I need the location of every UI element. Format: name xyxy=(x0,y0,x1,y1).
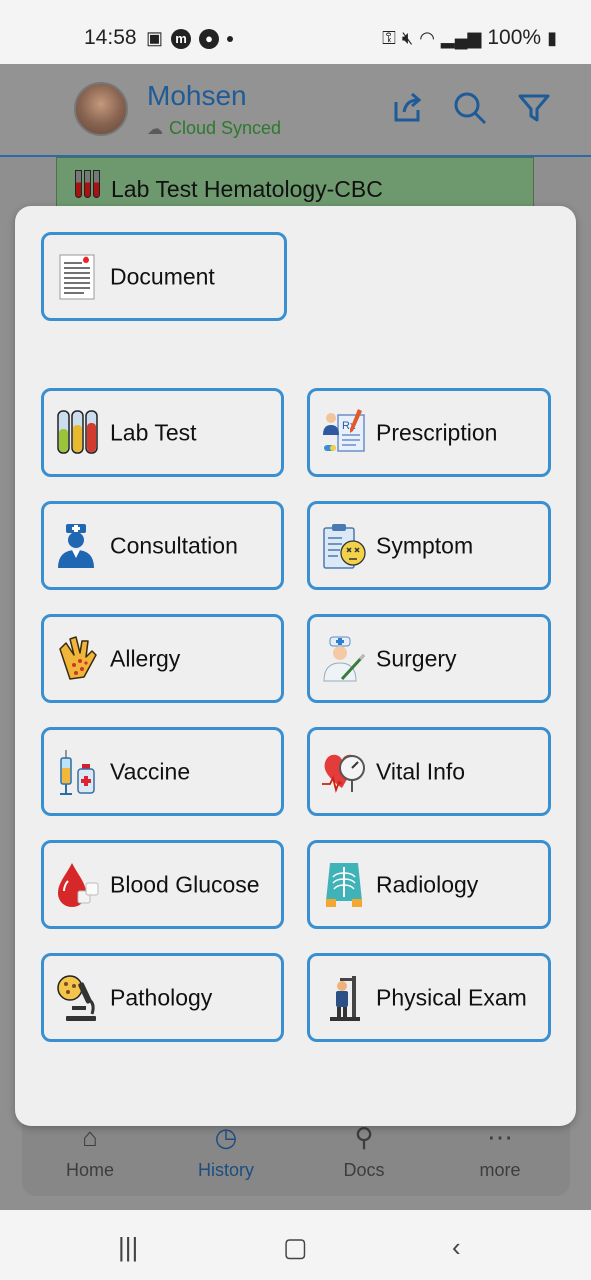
prescription-label: Prescription xyxy=(376,419,498,445)
notification-icons: ▣ m ● xyxy=(146,28,234,49)
surgery-label: Surgery xyxy=(376,645,457,671)
test-tubes-icon xyxy=(75,170,101,198)
user-name[interactable]: Mohsen xyxy=(147,80,247,112)
xray-icon xyxy=(326,862,362,907)
app2-notification-icon: ● xyxy=(199,28,220,49)
nav-home[interactable]: Home xyxy=(66,1160,114,1181)
back-button[interactable]: ‹ xyxy=(452,1232,461,1263)
more-icon: ⋯ xyxy=(487,1122,513,1152)
test-tubes-icon xyxy=(57,409,98,454)
nav-docs[interactable]: Docs xyxy=(343,1160,384,1181)
system-icons: ⚿ 🔇︎ ◠ ▂▄▆ 100% ▮ xyxy=(382,26,557,50)
radiology-label: Radiology xyxy=(376,871,479,897)
surgery-button[interactable]: Surgery xyxy=(307,614,551,703)
blood-glucose-label: Blood Glucose xyxy=(110,871,260,897)
home-icon: ⌂ xyxy=(82,1122,98,1152)
paperclip-icon: ⚲ xyxy=(354,1122,374,1152)
blood-drop-icon xyxy=(58,862,99,907)
height-scale-icon xyxy=(330,975,360,1021)
allergy-hand-icon xyxy=(59,635,97,680)
share-icon[interactable] xyxy=(390,90,426,126)
blood-glucose-button[interactable]: Blood Glucose xyxy=(41,840,284,929)
filter-icon[interactable] xyxy=(516,90,552,126)
microscope-icon xyxy=(57,974,96,1021)
battery-percent: 100% xyxy=(487,26,542,49)
physical-exam-button[interactable]: Physical Exam xyxy=(307,953,551,1042)
vital-info-button[interactable]: Vital Info xyxy=(307,727,551,816)
status-bar: 14:58 ▣ m ● ⚿ 🔇︎ ◠ ▂▄▆ 100% ▮ xyxy=(0,0,591,64)
add-record-dialog: Document Lab Test Rx Prescription Consul… xyxy=(15,206,576,1126)
gallery-icon: ▣ xyxy=(146,28,164,48)
allergy-button[interactable]: Allergy xyxy=(41,614,284,703)
search-icon[interactable] xyxy=(452,90,488,126)
pathology-label: Pathology xyxy=(110,984,213,1010)
pathology-button[interactable]: Pathology xyxy=(41,953,284,1042)
cloud-icon: ☁ xyxy=(147,120,163,138)
symptom-clipboard-icon xyxy=(323,523,366,569)
sync-status-label: Cloud Synced xyxy=(169,118,282,138)
allergy-label: Allergy xyxy=(110,645,181,671)
physical-exam-label: Physical Exam xyxy=(376,984,527,1010)
signal-icon: ▂▄▆ xyxy=(440,27,482,48)
recent-apps-button[interactable]: ||| xyxy=(118,1232,138,1263)
more-notifications-icon xyxy=(227,35,234,42)
app-notification-icon: m xyxy=(171,28,192,49)
heart-gauge-icon xyxy=(322,754,365,793)
wifi-icon: ◠ xyxy=(419,27,435,48)
status-time: 14:58 xyxy=(84,26,137,49)
vital-info-label: Vital Info xyxy=(376,758,466,784)
document-icon xyxy=(59,254,95,299)
doctor-icon xyxy=(58,523,94,568)
app-header: Mohsen ☁ Cloud Synced xyxy=(0,64,591,157)
consultation-label: Consultation xyxy=(110,532,238,558)
document-button[interactable]: Document xyxy=(41,232,287,321)
vaccine-icon xyxy=(60,749,95,795)
key-icon: ⚿ xyxy=(382,27,396,48)
system-navigation: ||| ▢ ‹ xyxy=(0,1210,591,1280)
nav-history[interactable]: History xyxy=(198,1160,254,1181)
nav-more[interactable]: more xyxy=(479,1160,520,1181)
vaccine-label: Vaccine xyxy=(110,758,191,784)
avatar[interactable] xyxy=(74,82,128,136)
symptom-label: Symptom xyxy=(376,532,474,558)
consultation-button[interactable]: Consultation xyxy=(41,501,284,590)
sync-status: ☁ Cloud Synced xyxy=(147,118,281,139)
surgeon-icon xyxy=(323,636,366,681)
lab-test-label: Lab Test xyxy=(110,419,197,445)
prescription-icon: Rx xyxy=(323,408,365,452)
history-icon: ◷ xyxy=(214,1122,238,1152)
symptom-button[interactable]: Symptom xyxy=(307,501,551,590)
lab-test-button[interactable]: Lab Test xyxy=(41,388,284,477)
radiology-button[interactable]: Radiology xyxy=(307,840,551,929)
home-button[interactable]: ▢ xyxy=(283,1232,308,1263)
battery-icon: ▮ xyxy=(547,27,557,48)
document-label: Document xyxy=(110,263,215,289)
mute-icon: 🔇︎ xyxy=(401,27,414,48)
prescription-button[interactable]: Rx Prescription xyxy=(307,388,551,477)
vaccine-button[interactable]: Vaccine xyxy=(41,727,284,816)
history-card-title: Lab Test Hematology-CBC xyxy=(111,176,383,202)
